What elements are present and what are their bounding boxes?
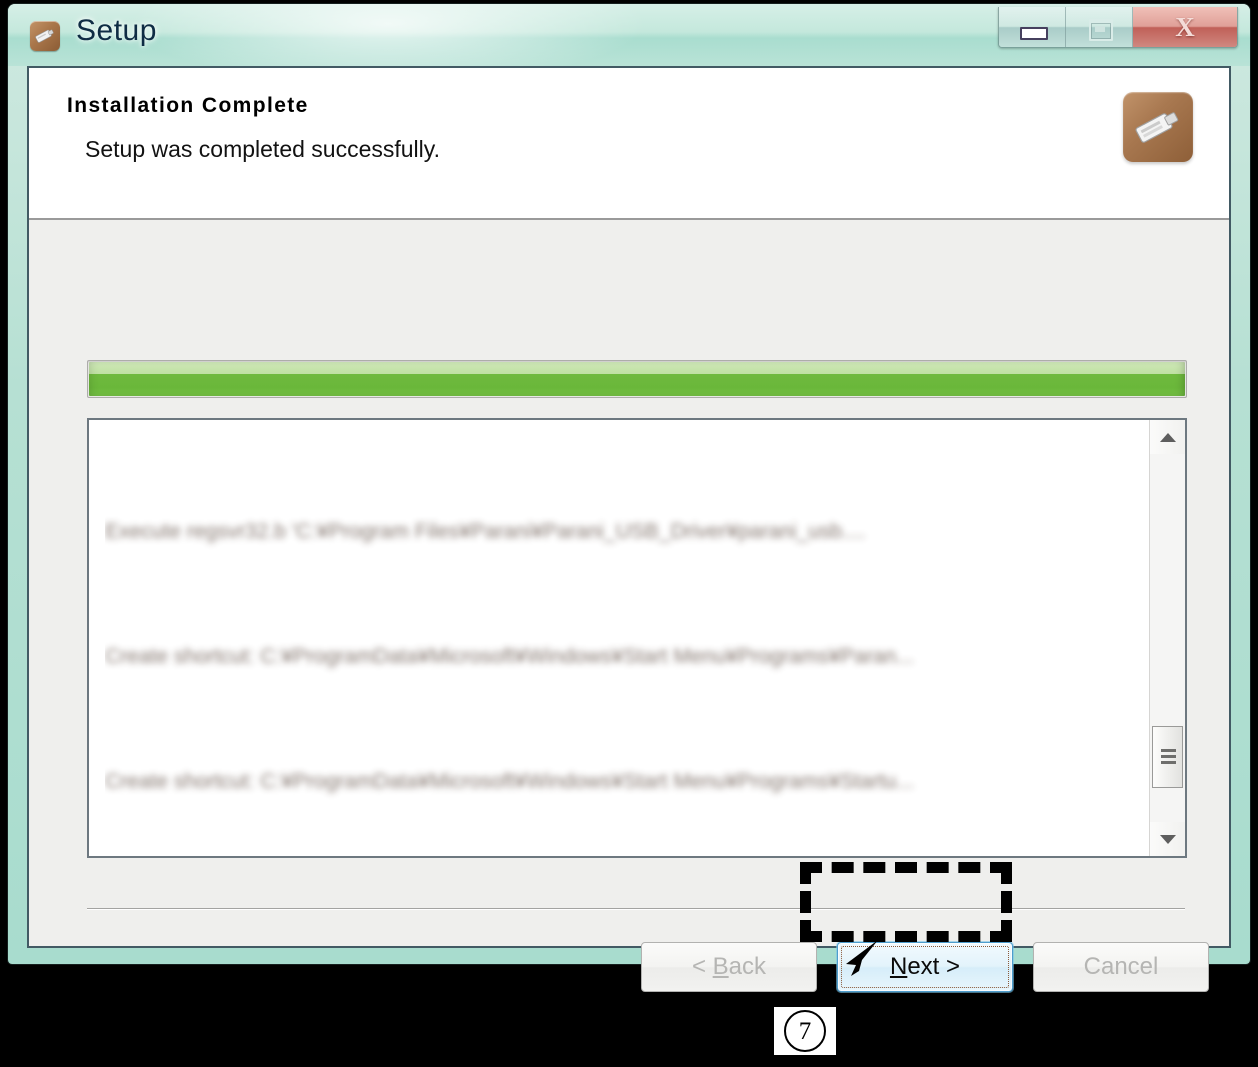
progress-bar-fill [89,362,1185,396]
next-button-label: Next > [889,953,961,980]
usb-drive-icon [30,21,60,51]
maximize-icon [1089,19,1113,41]
cancel-button-label: Cancel [1083,953,1159,980]
wizard-button-row: < Back Next > Cancel [641,942,1221,994]
window-title: Setup [76,14,157,47]
log-line-redacted: Create shortcut: C:¥ProgramData¥Microsof… [105,769,914,793]
maximize-button[interactable] [1066,7,1133,47]
progress-bar [87,360,1187,398]
minimize-button[interactable] [999,7,1066,47]
caption-button-group: X [998,7,1238,48]
title-bar-glow [128,4,648,66]
scroll-up-button[interactable] [1150,420,1185,454]
wizard-header: Installation Complete Setup was complete… [29,68,1229,220]
log-text: Execute regsvr32.b 'C:¥Program Files¥Par… [105,428,1141,856]
close-button[interactable]: X [1133,7,1237,47]
cancel-button[interactable]: Cancel [1033,942,1209,992]
page-title: Installation Complete [67,94,309,117]
scrollbar-thumb[interactable] [1152,726,1183,788]
triangle-up-icon [1160,432,1176,442]
log-scrollbar[interactable] [1149,420,1185,856]
screenshot-root: Setup X Installation Complete Setup was … [0,0,1258,1067]
scroll-down-button[interactable] [1150,822,1185,856]
minimize-icon [1020,27,1048,40]
back-button-label: < Back [691,953,767,980]
next-button[interactable]: Next > [837,942,1013,992]
scrollbar-grip-icon [1161,749,1176,752]
page-subtitle: Setup was completed successfully. [85,136,440,162]
usb-drive-icon [1123,92,1193,162]
step-number: 7 [784,1010,826,1052]
wizard-body: Execute regsvr32.b 'C:¥Program Files¥Par… [29,220,1229,992]
dialog-client-area: Installation Complete Setup was complete… [27,66,1231,992]
back-button[interactable]: < Back [641,942,817,992]
title-bar[interactable]: Setup X [8,4,1250,66]
installation-log[interactable]: Execute regsvr32.b 'C:¥Program Files¥Par… [87,418,1187,858]
triangle-down-icon [1160,834,1176,844]
step-callout: 7 [772,1005,838,1057]
setup-window: Setup X Installation Complete Setup was … [8,4,1250,992]
log-line-redacted: Create shortcut: C:¥ProgramData¥Microsof… [105,644,914,668]
log-line-redacted: Execute regsvr32.b 'C:¥Program Files¥Par… [105,520,866,544]
close-icon: X [1175,11,1195,42]
button-separator [87,908,1185,910]
